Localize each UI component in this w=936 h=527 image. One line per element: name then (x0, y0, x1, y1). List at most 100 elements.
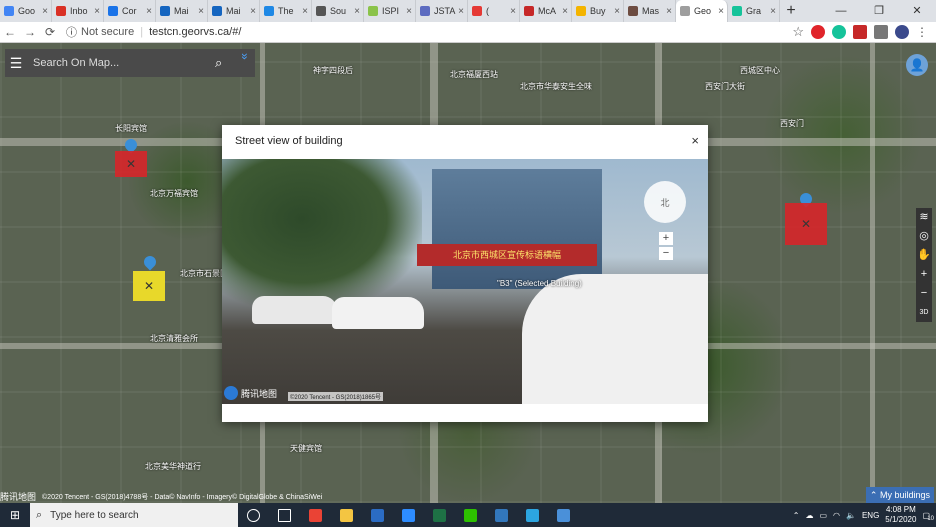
map-label: 北京美华神道行 (145, 462, 201, 471)
user-account-icon[interactable]: 👤 (906, 54, 928, 76)
browser-tab[interactable]: Mas × (624, 0, 676, 22)
tab-close-icon[interactable]: × (94, 6, 100, 17)
forward-button[interactable]: → (20, 25, 40, 39)
tab-close-icon[interactable]: × (302, 6, 308, 17)
reading-list-icon[interactable] (874, 25, 888, 39)
paint-icon[interactable] (548, 503, 579, 527)
my-buildings-button[interactable]: ⌃ My buildings (865, 487, 934, 503)
close-window-button[interactable]: ✕ (898, 0, 936, 22)
browser-tab[interactable]: McA × (520, 0, 572, 22)
tab-close-icon[interactable]: × (458, 6, 464, 17)
browser-tab[interactable]: Geo × (676, 0, 728, 22)
browser-tab[interactable]: (× (468, 0, 520, 22)
visual-studio-icon[interactable] (362, 503, 393, 527)
tab-close-icon[interactable]: × (406, 6, 412, 17)
clock-date: 5/1/2020 (885, 515, 917, 524)
tab-close-icon[interactable]: × (718, 6, 724, 17)
telegram-icon[interactable] (517, 503, 548, 527)
browser-tab[interactable]: Sou × (312, 0, 364, 22)
sv-zoom-in-button[interactable]: + (659, 232, 673, 245)
language-indicator[interactable]: ENG (862, 511, 879, 520)
pan-hand-icon[interactable]: ✋ (916, 246, 932, 265)
browser-tab[interactable]: Goo × (0, 0, 52, 22)
browser-tab[interactable]: Gra × (728, 0, 780, 22)
pdf-extension-icon[interactable] (853, 25, 867, 39)
restore-button[interactable]: ❐ (860, 0, 898, 22)
search-input[interactable]: Search On Map... (27, 57, 215, 69)
minimize-button[interactable]: — (822, 0, 860, 22)
windows-start-icon[interactable]: ⊞ (0, 508, 30, 522)
tab-close-icon[interactable]: × (562, 6, 568, 17)
browser-tab[interactable]: Mai × (156, 0, 208, 22)
map-copyright: ©2020 Tencent - GS(2018)4788号 - Data© Na… (42, 493, 323, 501)
grammarly-extension-icon[interactable] (832, 25, 846, 39)
wifi-icon[interactable]: ◠ (833, 511, 840, 520)
tab-close-icon[interactable]: × (614, 6, 620, 17)
back-button[interactable]: ← (0, 25, 20, 39)
zoom-in-button[interactable]: + (916, 265, 932, 284)
map-logo-text: 腾讯地图 (0, 492, 37, 502)
task-view-icon[interactable] (269, 503, 300, 527)
profile-avatar[interactable] (895, 25, 909, 39)
street-car (332, 297, 424, 329)
browser-tab[interactable]: JSTA × (416, 0, 468, 22)
tab-close-icon[interactable]: × (42, 6, 48, 17)
tab-close-icon[interactable]: × (198, 6, 204, 17)
excel-icon[interactable] (424, 503, 455, 527)
bookmark-star-icon[interactable]: ☆ (792, 24, 804, 40)
chrome-glyph (309, 508, 322, 522)
clock[interactable]: 4:08 PM 5/1/2020 (885, 505, 916, 525)
search-icon[interactable]: ⌕ (215, 55, 235, 71)
wechat-glyph (464, 508, 477, 522)
browser-tab[interactable]: Mai × (208, 0, 260, 22)
url-field[interactable]: ⓘ Not secure | testcn.georvs.ca/#/ (66, 24, 241, 40)
volume-icon[interactable]: 🔈 (846, 511, 856, 520)
building-footprint[interactable]: ✕ (115, 151, 147, 177)
wechat-icon[interactable] (455, 503, 486, 527)
chrome-icon[interactable] (300, 503, 331, 527)
close-dialog-button[interactable]: × (691, 133, 699, 148)
browser-tab[interactable]: ISPI × (364, 0, 416, 22)
browser-tab[interactable]: Buy × (572, 0, 624, 22)
taskbar-search[interactable]: ⌕ Type here to search (30, 503, 238, 527)
locate-icon[interactable]: ◎ (916, 227, 932, 246)
compass-north-label: 北 (660, 197, 670, 208)
chevron-up-icon[interactable]: ⌃ (793, 511, 800, 520)
new-tab-button[interactable]: + (780, 0, 802, 22)
street-view-panorama[interactable]: 北京市西城区宣传标语横幅 "B3" (Selected Building) 北 … (222, 159, 708, 404)
browser-tab[interactable]: Inbo × (52, 0, 104, 22)
zoom-out-button[interactable]: − (916, 284, 932, 303)
edge-icon[interactable] (486, 503, 517, 527)
tab-close-icon[interactable]: × (146, 6, 152, 17)
browser-tab[interactable]: The × (260, 0, 312, 22)
building-footprint[interactable]: ✕ (133, 271, 165, 301)
cortana-icon[interactable] (238, 503, 269, 527)
zoom-icon[interactable] (393, 503, 424, 527)
tab-close-icon[interactable]: × (354, 6, 360, 17)
map-label: 天健宾馆 (290, 444, 322, 453)
tab-close-icon[interactable]: × (770, 6, 776, 17)
3d-toggle-button[interactable]: 3D (916, 303, 932, 322)
battery-icon[interactable]: ▭ (819, 511, 827, 520)
chevron-down-icon[interactable]: » (238, 53, 252, 73)
opera-extension-icon[interactable] (811, 25, 825, 39)
more-menu-icon[interactable]: ⋮ (916, 25, 928, 39)
tab-close-icon[interactable]: × (510, 6, 516, 17)
browser-tab[interactable]: Cor × (104, 0, 156, 22)
notification-icon[interactable]: ▢ 10 (922, 511, 934, 522)
tab-close-icon[interactable]: × (666, 6, 672, 17)
taskbar-search-input[interactable]: Type here to search (50, 510, 138, 521)
layers-icon[interactable]: ≋ (916, 208, 932, 227)
url-text: testcn.georvs.ca/#/ (149, 26, 242, 38)
building-footprint[interactable]: ✕ (785, 203, 827, 245)
compass-control[interactable]: 北 (644, 181, 686, 223)
address-bar: ← → ⟳ ⓘ Not secure | testcn.georvs.ca/#/… (0, 22, 936, 43)
file-explorer-icon[interactable] (331, 503, 362, 527)
hamburger-menu-icon[interactable]: ☰ (5, 55, 27, 72)
sv-zoom-out-button[interactable]: − (659, 247, 673, 260)
info-icon[interactable]: ⓘ (66, 24, 77, 40)
cloud-icon[interactable]: ☁ (805, 511, 813, 520)
tab-close-icon[interactable]: × (250, 6, 256, 17)
reload-button[interactable]: ⟳ (40, 25, 60, 39)
map-label: 北京清雅会所 (150, 334, 198, 343)
